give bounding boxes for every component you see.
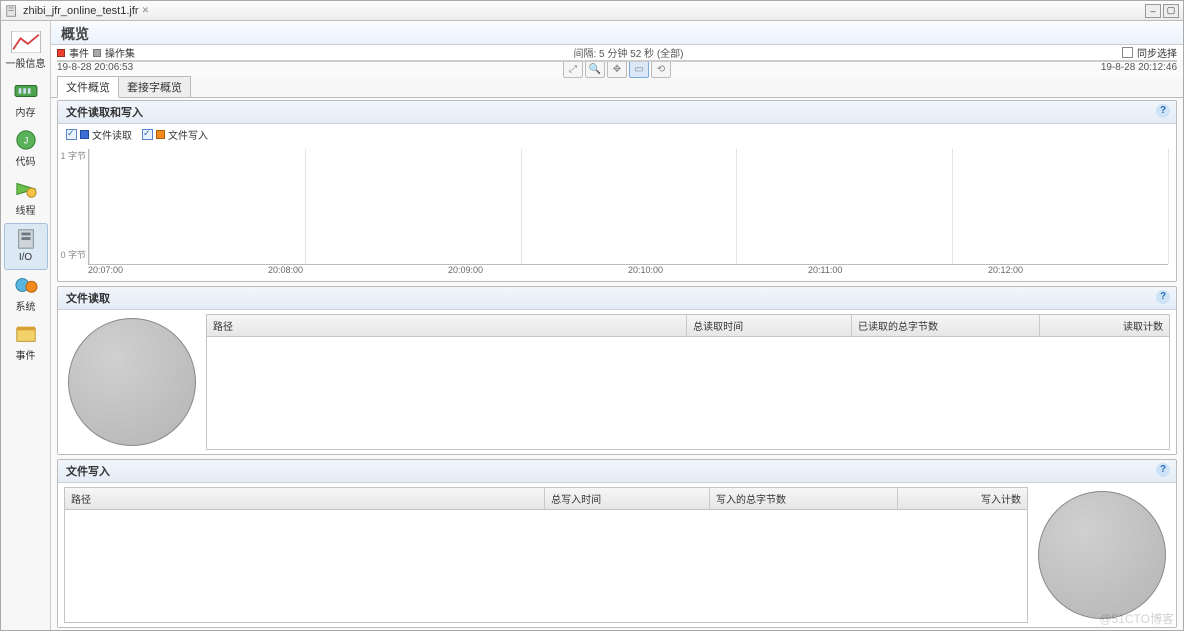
write-table[interactable]: 路径 总写入时间 写入的总字节数 写入计数 — [64, 487, 1028, 623]
code-icon: J — [11, 129, 41, 151]
file-icon — [5, 4, 19, 18]
reset-button[interactable]: ⟲ — [651, 60, 671, 78]
help-icon[interactable]: ? — [1156, 290, 1170, 304]
timeline-toolbar: ⤢ 🔍 ✥ ▭ ⟲ — [563, 60, 671, 78]
orange-square-icon — [156, 130, 165, 139]
io-icon — [11, 228, 41, 250]
sidebar-item-code[interactable]: J 代码 — [4, 125, 48, 174]
svg-text:J: J — [23, 136, 28, 146]
timeline[interactable] — [57, 60, 1177, 62]
tab-socket-overview[interactable]: 套接字概览 — [118, 76, 191, 97]
zoom-out-button[interactable]: ⤢ — [563, 60, 583, 78]
maximize-button[interactable]: ▢ — [1163, 4, 1179, 18]
opset-square-icon — [93, 49, 101, 57]
panel-file-rw: 文件读取和写入? 文件读取 文件写入 1 字节 0 字节 20:07:00 — [57, 100, 1177, 282]
opset-label: 操作集 — [105, 45, 135, 60]
panel-file-write: 文件写入? 路径 总写入时间 写入的总字节数 写入计数 — [57, 459, 1177, 628]
zoom-in-button[interactable]: 🔍 — [585, 60, 605, 78]
threads-icon — [11, 178, 41, 200]
ram-icon — [11, 80, 41, 102]
minimize-button[interactable]: – — [1145, 4, 1161, 18]
rw-chart[interactable]: 1 字节 0 字节 — [58, 145, 1176, 265]
read-table[interactable]: 路径 总读取时间 已读取的总字节数 读取计数 — [206, 314, 1170, 450]
sidebar: 一般信息 内存 J 代码 线程 I/O 系统 — [1, 21, 51, 630]
panel-title: 文件写入 — [66, 466, 110, 478]
interval-text: 间隔: 5 分钟 52 秒 (全部) — [139, 45, 1118, 60]
events-label: 事件 — [69, 45, 89, 60]
chart-icon — [11, 31, 41, 53]
events-square-icon — [57, 49, 65, 57]
legend-write-checkbox[interactable] — [142, 129, 153, 140]
window-title: zhibi_jfr_online_test1.jfr — [23, 5, 139, 17]
page-title: 概览 — [51, 21, 1183, 45]
sidebar-item-events[interactable]: 事件 — [4, 319, 48, 368]
write-pie-placeholder — [1038, 491, 1166, 619]
panel-file-read: 文件读取? 路径 总读取时间 已读取的总字节数 读取计数 — [57, 286, 1177, 455]
title-bar: zhibi_jfr_online_test1.jfr ✕ – ▢ — [1, 1, 1183, 21]
sidebar-item-system[interactable]: 系统 — [4, 270, 48, 319]
system-icon — [11, 274, 41, 296]
help-icon[interactable]: ? — [1156, 463, 1170, 477]
timeline-start: 19-8-28 20:06:53 — [57, 62, 133, 73]
read-pie-placeholder — [68, 318, 196, 446]
subtabs: 文件概览 套接字概览 — [51, 78, 1183, 98]
timeline-end: 19-8-28 20:12:46 — [1101, 62, 1177, 73]
sync-select-checkbox[interactable] — [1122, 47, 1133, 58]
events-icon — [11, 323, 41, 345]
sidebar-item-io[interactable]: I/O — [4, 223, 48, 270]
sidebar-item-memory[interactable]: 内存 — [4, 76, 48, 125]
blue-square-icon — [80, 130, 89, 139]
event-bar: 事件 操作集 间隔: 5 分钟 52 秒 (全部) 同步选择 — [51, 45, 1183, 60]
pan-button[interactable]: ✥ — [607, 60, 627, 78]
sync-select-label: 同步选择 — [1137, 45, 1177, 60]
sidebar-item-threads[interactable]: 线程 — [4, 174, 48, 223]
legend-read-checkbox[interactable] — [66, 129, 77, 140]
panel-title: 文件读取 — [66, 293, 110, 305]
tab-close-icon[interactable]: ✕ — [142, 5, 150, 16]
sidebar-item-general[interactable]: 一般信息 — [4, 27, 48, 76]
tab-file-overview[interactable]: 文件概览 — [57, 76, 119, 98]
select-button[interactable]: ▭ — [629, 60, 649, 78]
help-icon[interactable]: ? — [1156, 104, 1170, 118]
panel-title: 文件读取和写入 — [66, 107, 143, 119]
